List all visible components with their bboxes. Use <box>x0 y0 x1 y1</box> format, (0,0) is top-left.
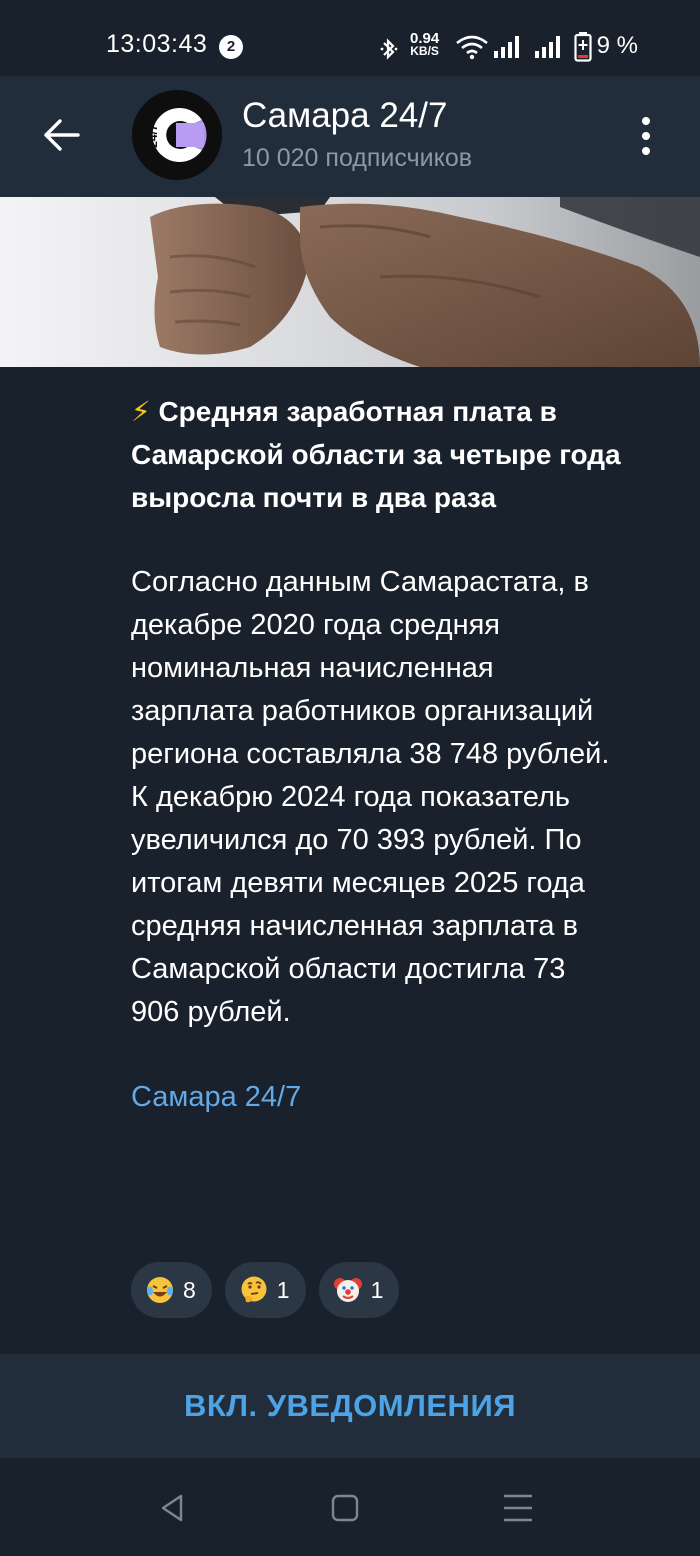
battery-percent: 9 % <box>596 32 638 59</box>
network-speed: 0.94 KB/S <box>410 31 439 58</box>
post-title: ⚡ Средняя заработная плата в Самарской о… <box>131 390 621 519</box>
channel-title[interactable]: Самара 24/7 <box>242 96 447 136</box>
reactions-bar: 8 1 1 <box>131 1262 400 1318</box>
battery-icon <box>574 32 592 62</box>
wifi-icon <box>456 35 488 60</box>
reaction-count: 1 <box>276 1276 290 1303</box>
laughing-tears-icon <box>147 1277 173 1303</box>
notification-count-badge: 2 <box>219 35 243 59</box>
back-arrow-icon[interactable] <box>40 114 82 156</box>
nav-home-icon[interactable] <box>327 1490 363 1526</box>
post-body: Согласно данным Самарастата, в декабре 2… <box>131 566 610 1028</box>
system-navigation-bar <box>0 1458 700 1556</box>
reaction-thinking[interactable]: 1 <box>224 1262 306 1318</box>
more-options-icon[interactable] <box>636 116 656 156</box>
channel-header: 24/7 Самара 24/7 10 020 подписчиков <box>0 76 700 197</box>
signal-1-icon <box>494 36 519 58</box>
reaction-count: 1 <box>370 1276 384 1303</box>
nav-recents-icon[interactable] <box>500 1490 536 1526</box>
thinking-face-icon <box>241 1276 267 1303</box>
channel-logo: 24/7 <box>132 90 222 180</box>
post-photo[interactable] <box>0 197 700 367</box>
hands-with-phone-image <box>150 197 700 367</box>
channel-avatar[interactable]: 24/7 <box>132 90 222 180</box>
status-time: 13:03:43 <box>106 30 208 58</box>
enable-notifications-button[interactable]: ВКЛ. УВЕДОМЛЕНИЯ <box>0 1354 700 1458</box>
reaction-clown[interactable]: 1 <box>318 1262 400 1318</box>
channel-signature-link[interactable]: Самара 24/7 <box>131 1076 621 1119</box>
reaction-laughing[interactable]: 8 <box>131 1262 212 1318</box>
subscriber-count: 10 020 подписчиков <box>242 144 473 172</box>
enable-notifications-label: ВКЛ. УВЕДОМЛЕНИЯ <box>183 1388 517 1423</box>
reaction-count: 8 <box>183 1276 196 1303</box>
post-message: ⚡ Средняя заработная плата в Самарской о… <box>131 390 621 1119</box>
clown-face-icon <box>333 1278 362 1302</box>
signal-2-icon <box>535 36 560 58</box>
status-bar: 13:03:43 2 0.94 KB/S 9 % <box>0 0 700 76</box>
network-speed-unit: KB/S <box>410 44 439 58</box>
nav-back-icon[interactable] <box>155 1490 191 1526</box>
avatar-label: 24/7 <box>146 124 160 148</box>
lightning-icon: ⚡ <box>131 396 151 427</box>
post-title-text: Средняя заработная плата в Самарской обл… <box>131 396 621 513</box>
bluetooth-icon <box>380 38 398 60</box>
